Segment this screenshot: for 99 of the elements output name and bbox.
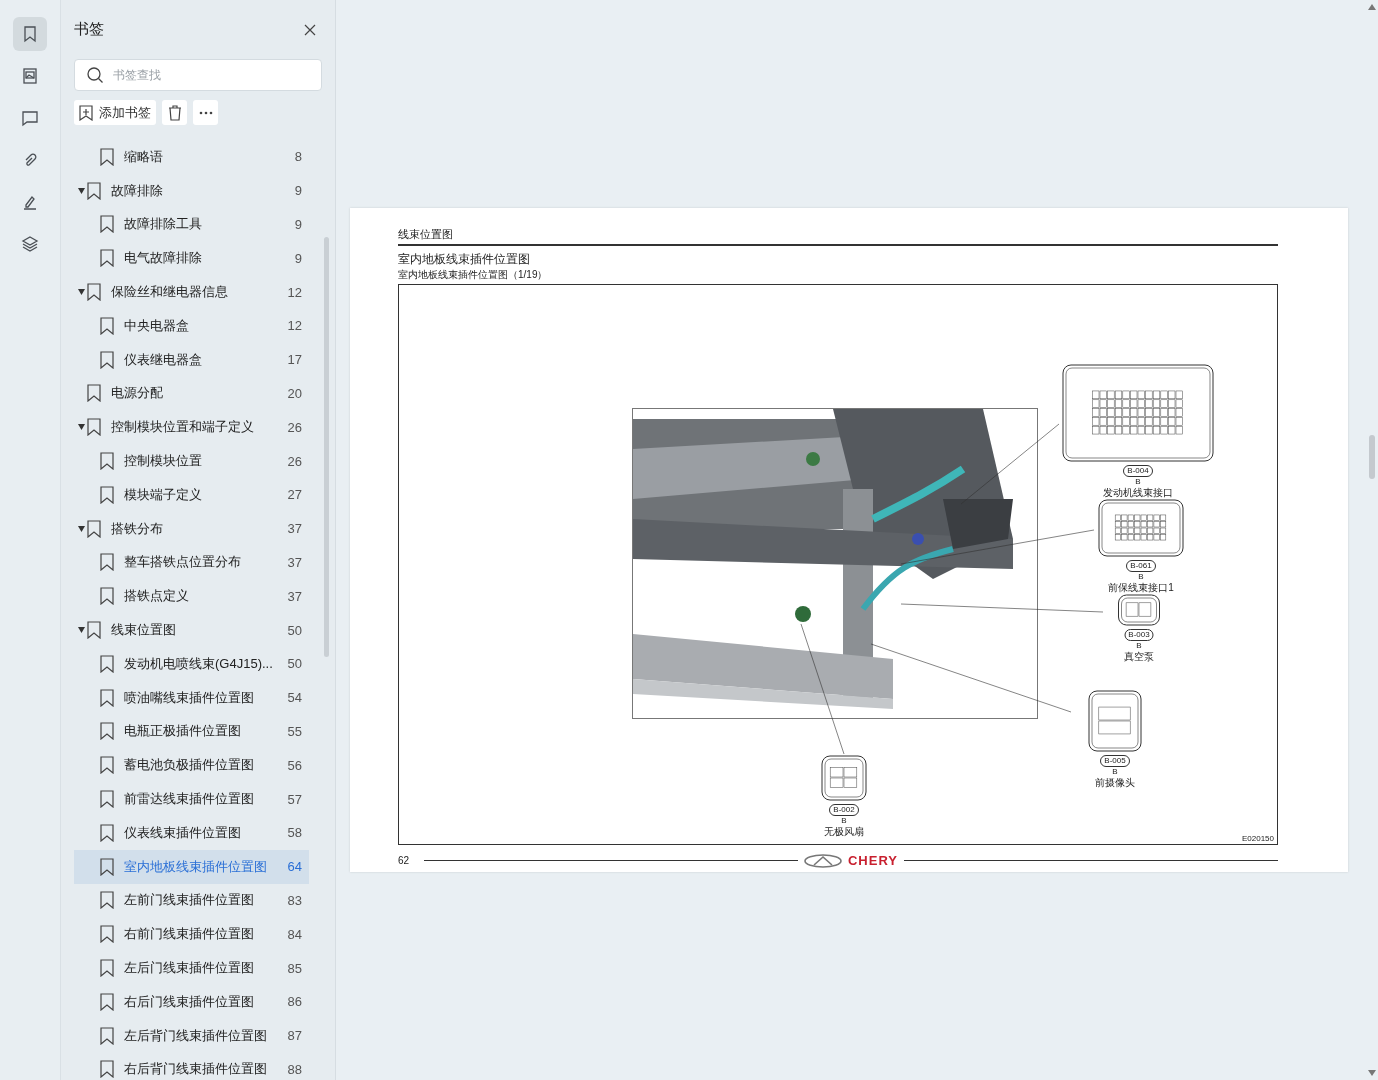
- brand-name: CHERY: [848, 853, 898, 868]
- bookmark-item[interactable]: 模块端子定义 27: [74, 477, 309, 512]
- bookmark-icon: [100, 654, 114, 673]
- bookmark-item[interactable]: 前雷达线束插件位置图 57: [74, 782, 309, 816]
- bookmark-icon: [87, 519, 101, 538]
- bookmark-icon: [100, 823, 114, 842]
- bookmark-plus-icon: [79, 104, 93, 121]
- bookmark-icon: [100, 215, 114, 234]
- bookmark-icon: [100, 350, 114, 369]
- caret-icon[interactable]: [78, 525, 85, 532]
- logo-icon: [804, 853, 842, 868]
- bookmark-item[interactable]: 左后背门线束插件位置图 87: [74, 1018, 309, 1053]
- bookmark-item[interactable]: 右前门线束插件位置图 84: [74, 917, 309, 952]
- bookmark-icon: [100, 688, 114, 707]
- connector-variant: B: [1136, 641, 1142, 650]
- bookmark-item[interactable]: 电瓶正极插件位置图 55: [74, 714, 309, 749]
- bookmark-icon: [100, 147, 114, 166]
- bookmark-item[interactable]: 喷油嘴线束插件位置图 54: [74, 680, 309, 715]
- bookmark-item[interactable]: 右后门线束插件位置图 86: [74, 984, 309, 1019]
- connector-label: 发动机线束接口: [1103, 486, 1173, 500]
- caret-icon[interactable]: [78, 289, 85, 296]
- bookmark-icon: [100, 925, 114, 944]
- bookmark-icon: [21, 25, 39, 43]
- bookmark-icon: [87, 283, 101, 302]
- bookmark-item[interactable]: 室内地板线束插件位置图 64: [74, 849, 309, 884]
- scrollbar[interactable]: [324, 237, 329, 657]
- bookmark-icon: [100, 959, 114, 977]
- bookmark-icon: [87, 181, 101, 200]
- connector-label: 前摄像头: [1095, 776, 1135, 790]
- connector-label: 无极风扇: [824, 825, 864, 839]
- bookmark-item[interactable]: 电气故障排除 9: [74, 241, 309, 276]
- panel-title: 书签: [74, 20, 104, 39]
- bookmark-item[interactable]: 缩略语 8: [74, 140, 309, 174]
- bookmark-item[interactable]: 中央电器盒 12: [74, 309, 309, 343]
- bookmark-item[interactable]: 电源分配 20: [74, 376, 309, 411]
- bookmark-item[interactable]: 线束位置图 50: [74, 613, 309, 647]
- bookmark-item[interactable]: 右后背门线束插件位置图 88: [74, 1052, 309, 1080]
- bookmark-item[interactable]: 整车搭铁点位置分布 37: [74, 545, 309, 580]
- caret-icon[interactable]: [78, 187, 85, 194]
- connector-drawing: [1088, 690, 1142, 752]
- bookmark-item[interactable]: 故障排除工具 9: [74, 207, 309, 242]
- page-subtitle: 室内地板线束插件位置图（1/19）: [398, 268, 549, 282]
- bookmark-item[interactable]: 左前门线束插件位置图 83: [74, 883, 309, 918]
- bookmark-item[interactable]: 控制模块位置和端子定义 26: [74, 410, 309, 445]
- bookmark-icon: [100, 316, 114, 335]
- bookmark-icon: [100, 891, 114, 910]
- bookmark-icon: [100, 1060, 114, 1079]
- bookmark-item[interactable]: 控制模块位置 26: [74, 444, 309, 478]
- scroll-up-icon[interactable]: [1368, 4, 1376, 10]
- scrollbar[interactable]: [1369, 435, 1375, 479]
- search-icon: [86, 66, 104, 84]
- bookmark-icon: [100, 1026, 114, 1045]
- delete-button[interactable]: [162, 100, 187, 125]
- bookmark-icon: [87, 621, 101, 640]
- search-field[interactable]: 书签查找: [74, 59, 322, 91]
- bookmark-item[interactable]: 搭铁分布 37: [74, 511, 309, 546]
- bookmark-icon: [100, 790, 114, 809]
- page-title: 室内地板线束插件位置图: [398, 251, 531, 268]
- bookmark-icon: [100, 756, 114, 775]
- trash-icon: [167, 104, 182, 121]
- close-icon[interactable]: [304, 23, 316, 36]
- connector-label: 真空泵: [1124, 650, 1154, 664]
- bookmark-icon: [87, 384, 101, 403]
- connector-variant: B: [1112, 767, 1118, 776]
- bookmark-icon: [100, 722, 114, 741]
- connector-variant: B: [1138, 572, 1144, 581]
- bookmark-item[interactable]: 仪表继电器盒 17: [74, 342, 309, 377]
- bookmark-icon: [100, 992, 114, 1011]
- bookmark-item[interactable]: 保险丝和继电器信息 12: [74, 275, 309, 309]
- bookmark-icon: [100, 587, 114, 606]
- connector-drawing: [821, 755, 867, 801]
- add-bookmark-button[interactable]: 添加书签: [74, 100, 156, 125]
- bookmark-item[interactable]: 左后门线束插件位置图 85: [74, 951, 309, 985]
- bookmark-tab[interactable]: [13, 17, 47, 51]
- bookmark-icon: [100, 452, 114, 471]
- bookmark-item[interactable]: 蓄电池负极插件位置图 56: [74, 748, 309, 783]
- image-icon: [21, 67, 39, 85]
- caret-icon[interactable]: [78, 627, 85, 634]
- bookmark-icon: [100, 553, 114, 572]
- connector-variant: B: [1135, 477, 1141, 486]
- bookmark-icon: [87, 418, 101, 437]
- bookmark-icon: [100, 249, 114, 268]
- page-number: 62: [398, 855, 411, 866]
- connector-label: 前保线束接口1: [1108, 581, 1174, 595]
- bookmark-icon: [100, 485, 114, 504]
- scroll-down-icon[interactable]: [1368, 1070, 1376, 1076]
- bookmark-item[interactable]: 搭铁点定义 37: [74, 579, 309, 614]
- more-icon: [198, 110, 213, 115]
- connector-drawing: [1117, 594, 1161, 626]
- connector-variant: B: [841, 816, 847, 825]
- bookmark-item[interactable]: 仪表线束插件位置图 58: [74, 815, 309, 850]
- section-heading: 线束位置图: [398, 227, 1278, 246]
- bookmark-item[interactable]: 发动机电喷线束(G4J15)... 50: [74, 646, 309, 681]
- figure-code: E020150: [1241, 834, 1274, 843]
- layers-icon: [21, 235, 39, 253]
- bookmark-item[interactable]: 故障排除 9: [74, 173, 309, 208]
- bookmark-icon: [100, 857, 114, 876]
- comment-icon: [21, 109, 39, 127]
- caret-icon[interactable]: [78, 424, 85, 431]
